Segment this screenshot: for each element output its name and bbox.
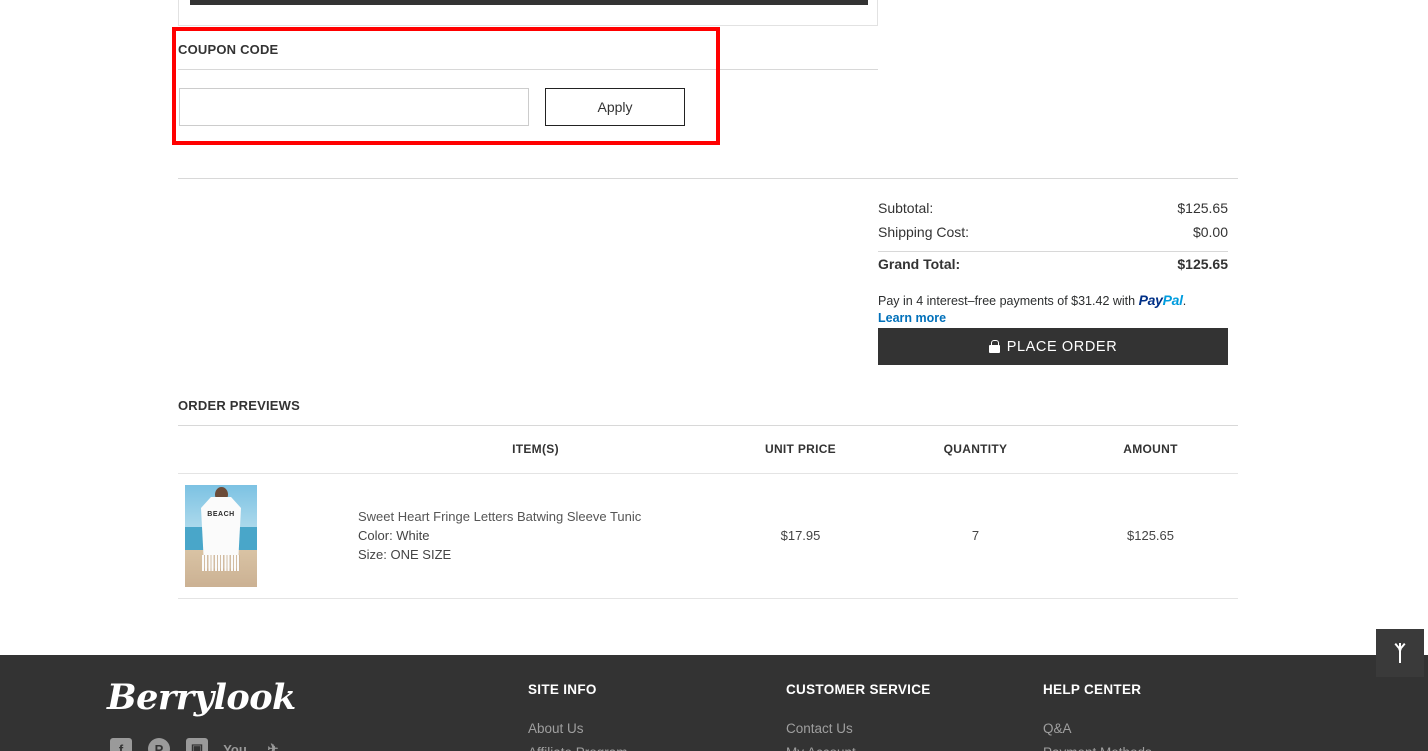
grand-total-label: Grand Total:: [878, 256, 961, 272]
product-color: Color: White: [358, 528, 430, 543]
footer-link-about-us[interactable]: About Us: [528, 717, 628, 741]
thumb-fringe: [202, 554, 240, 571]
social-links: f P ▣ You ✈: [110, 738, 284, 751]
footer-column-customer-service: CUSTOMER SERVICE Contact Us My Account: [786, 682, 931, 751]
paypal-logo: PayPal: [1139, 292, 1183, 308]
back-to-top-button[interactable]: [1376, 629, 1424, 677]
twitter-icon[interactable]: ✈: [262, 738, 284, 751]
coupon-section-title: COUPON CODE: [178, 42, 279, 57]
column-header-items: ITEM(S): [358, 426, 713, 474]
instagram-icon[interactable]: ▣: [186, 738, 208, 751]
subtotal-label: Subtotal:: [878, 200, 934, 216]
subtotal-value: $125.65: [1177, 200, 1228, 216]
youtube-icon[interactable]: You: [223, 738, 247, 751]
footer-column-help-center: HELP CENTER Q&A Payment Methods: [1043, 682, 1152, 751]
place-order-button[interactable]: PLACE ORDER: [878, 328, 1228, 365]
shipping-cost-row: Shipping Cost: $0.00: [878, 224, 1228, 248]
footer-link-qa[interactable]: Q&A: [1043, 717, 1152, 741]
column-header-quantity: QUANTITY: [888, 426, 1063, 474]
site-footer: Berrylook f P ▣ You ✈ SITE INFO About Us…: [0, 655, 1428, 751]
paypal-message-text: Pay in 4 interest–free payments of $31.4…: [878, 294, 1139, 308]
footer-title-customer-service: CUSTOMER SERVICE: [786, 682, 931, 697]
paypal-logo-pay: Pay: [1138, 292, 1163, 308]
product-quantity: 7: [888, 473, 1063, 599]
arrow-up-icon: [1399, 643, 1401, 663]
product-unit-price: $17.95: [713, 473, 888, 599]
product-amount: $125.65: [1063, 473, 1238, 599]
footer-title-site-info: SITE INFO: [528, 682, 597, 697]
table-row: BEACH Sweet Heart Fringe Letters Batwing…: [178, 473, 1238, 599]
footer-link-affiliate-program[interactable]: Affiliate Program: [528, 741, 628, 751]
coupon-section: COUPON CODE Apply: [178, 28, 878, 141]
paypal-message-suffix: .: [1182, 294, 1187, 308]
column-header-unit-price: UNIT PRICE: [713, 426, 888, 474]
column-header-amount: AMOUNT: [1063, 426, 1238, 474]
pinterest-icon[interactable]: P: [148, 738, 170, 751]
previous-section-card: [178, 0, 878, 26]
place-order-label: PLACE ORDER: [1006, 338, 1118, 355]
column-header-thumb: [178, 426, 358, 474]
footer-column-site-info: SITE INFO About Us Affiliate Program: [528, 682, 628, 751]
order-previews-title: ORDER PREVIEWS: [178, 398, 300, 413]
order-previews-table: ITEM(S) UNIT PRICE QUANTITY AMOUNT BEACH: [178, 426, 1238, 599]
paypal-logo-pal: Pal: [1162, 292, 1183, 308]
product-details-cell: Sweet Heart Fringe Letters Batwing Sleev…: [358, 473, 713, 599]
thumb-print-text: BEACH: [207, 510, 235, 518]
previous-section-bar: [190, 0, 868, 5]
shipping-cost-label: Shipping Cost:: [878, 224, 970, 240]
product-image[interactable]: BEACH: [185, 484, 257, 587]
facebook-icon[interactable]: f: [110, 738, 132, 751]
apply-coupon-button[interactable]: Apply: [545, 88, 685, 126]
paypal-credit-message: Pay in 4 interest–free payments of $31.4…: [878, 292, 1228, 327]
subtotal-row: Subtotal: $125.65: [878, 200, 1228, 224]
grand-total-value: $125.65: [1177, 256, 1228, 272]
section-divider: [178, 178, 1238, 179]
grand-total-row: Grand Total: $125.65: [878, 256, 1228, 280]
product-size: Size: ONE SIZE: [358, 547, 452, 562]
berrylook-logo[interactable]: Berrylook: [107, 677, 296, 718]
footer-link-contact-us[interactable]: Contact Us: [786, 717, 931, 741]
order-totals: Subtotal: $125.65 Shipping Cost: $0.00 G…: [878, 200, 1228, 327]
coupon-code-input[interactable]: [179, 88, 529, 126]
footer-link-my-account[interactable]: My Account: [786, 741, 931, 751]
product-name[interactable]: Sweet Heart Fringe Letters Batwing Sleev…: [358, 507, 713, 526]
checkout-page: COUPON CODE Apply Subtotal: $125.65 Ship…: [0, 0, 1428, 751]
shipping-cost-value: $0.00: [1192, 224, 1228, 240]
paypal-learn-more-link[interactable]: Learn more: [878, 310, 1228, 327]
product-thumbnail-cell: BEACH: [178, 473, 358, 599]
totals-separator: [878, 251, 1228, 252]
footer-link-payment-methods[interactable]: Payment Methods: [1043, 741, 1152, 751]
coupon-divider: [178, 69, 878, 70]
footer-title-help-center: HELP CENTER: [1043, 682, 1142, 697]
table-header-row: ITEM(S) UNIT PRICE QUANTITY AMOUNT: [178, 426, 1238, 474]
lock-icon: [988, 340, 1000, 353]
